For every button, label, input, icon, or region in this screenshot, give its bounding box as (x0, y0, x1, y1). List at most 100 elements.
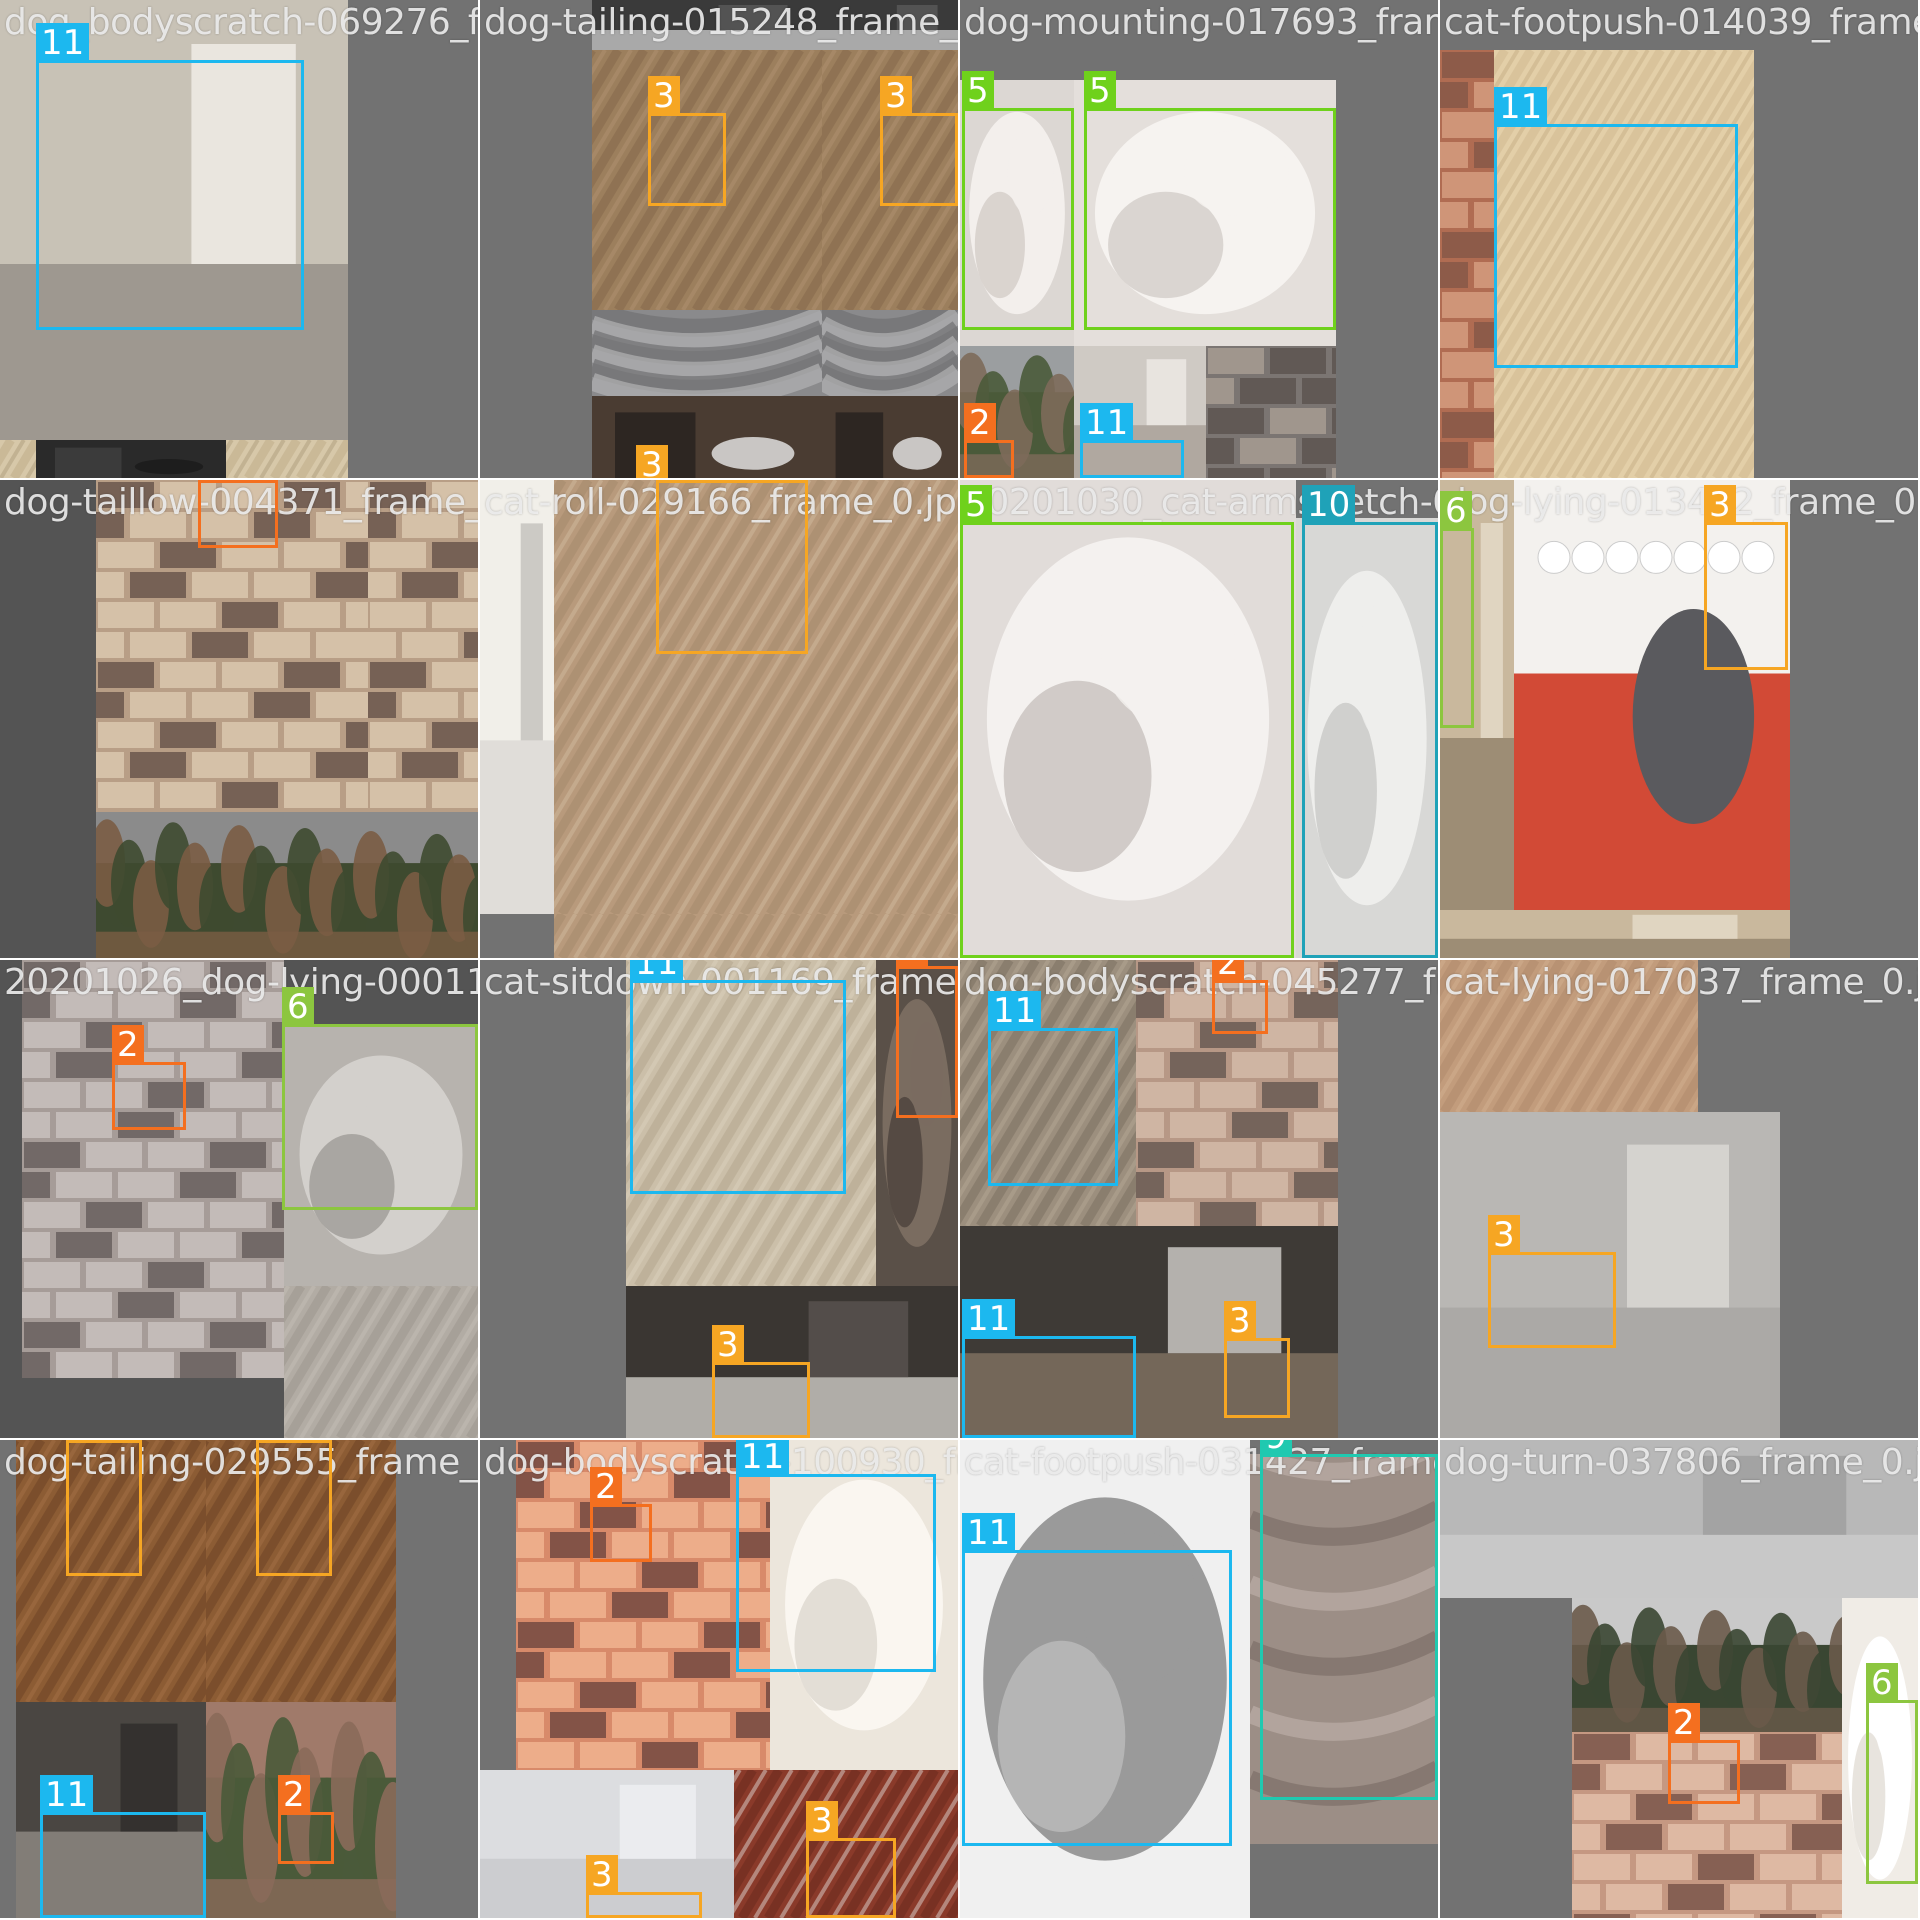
detection-box: 11 (736, 1440, 936, 1672)
photo-patch (96, 812, 478, 958)
detection-box: 5 (962, 71, 1074, 330)
detection-box: 3 (66, 1440, 142, 1576)
class-label: 11 (736, 1440, 790, 1477)
mosaic-tile: dog-tailing-015248_frame_0.jpg 3 3 3 (480, 0, 958, 478)
class-label: 3 (1488, 1215, 1520, 1255)
mosaic-tile: cat-footpush-031427_frame_0.jpg 11 9 (960, 1440, 1438, 1918)
image-filename: dog-lying-013422_frame_0.jpg (1444, 482, 1918, 523)
mosaic-tile: dog-bodyscratch-045277_frame_0.jpg 2 11 … (960, 960, 1438, 1438)
class-label: 5 (1084, 71, 1116, 111)
detection-box: 2 (964, 403, 1014, 478)
image-filename: cat-lying-017037_frame_0.jpg (1444, 962, 1918, 1003)
class-label: 2 (964, 403, 996, 443)
class-label: 2 (590, 1467, 622, 1507)
photo-patch (284, 1286, 478, 1438)
class-label: 3 (1704, 485, 1736, 525)
mosaic-tile: cat-footpush-014039_frame_0.jpg 11 (1440, 0, 1918, 478)
class-label: 3 (712, 1325, 744, 1365)
mosaic-tile: cat-lying-017037_frame_0.jpg 3 (1440, 960, 1918, 1438)
photo-patch (516, 1440, 770, 1770)
detection-box: 3 (880, 76, 958, 206)
photo-patch (480, 480, 554, 914)
image-filename: dog-mounting-017693_frame_0.jpg (964, 2, 1438, 43)
detection-box: 2 (278, 1775, 334, 1864)
class-label: 6 (1440, 491, 1472, 531)
photo-patch (368, 480, 478, 812)
photo-patch (1206, 346, 1336, 478)
class-label: 3 (648, 76, 680, 116)
detection-box: 2 (896, 960, 958, 1118)
mosaic-tile: dog-bodyscratch-100930_frame_0.jpg 2 11 … (480, 1440, 958, 1918)
class-label: 11 (40, 1775, 94, 1815)
detection-box: 11 (1080, 403, 1184, 478)
class-label: 3 (880, 76, 912, 116)
photo-patch (22, 960, 284, 1378)
detection-box: 10 (1302, 485, 1438, 958)
detection-box: 2 (1212, 960, 1268, 1034)
class-label: 2 (896, 960, 928, 969)
class-label: 2 (1668, 1703, 1700, 1743)
mosaic-tile: 20201030_cat-armstretch-002384_frame_0.j… (960, 480, 1438, 958)
detection-box: 11 (962, 1299, 1136, 1438)
mosaic-tile: dog-turn-037806_frame_0.jpg 2 6 (1440, 1440, 1918, 1918)
class-label: 11 (962, 1299, 1016, 1339)
class-label: 3 (256, 1440, 288, 1443)
detection-box: 2 (112, 1025, 186, 1130)
photo-patch (822, 396, 958, 478)
class-label: 11 (630, 960, 684, 983)
mosaic-tile: 20201026_dog-lying-000112_frame_0.jpg 2 … (0, 960, 478, 1438)
class-label: 6 (1866, 1663, 1898, 1703)
detection-box: 6 (1866, 1663, 1918, 1884)
detection-box: 3 (656, 480, 808, 654)
detection-box: 11 (36, 23, 304, 330)
mosaic-tile: cat-sitdown-001169_frame_0.jpg 11 2 3 (480, 960, 958, 1438)
class-label: 11 (36, 23, 90, 63)
detection-box: 3 (586, 1855, 702, 1918)
class-label: 3 (806, 1801, 838, 1841)
detection-box: 6 (1440, 491, 1474, 728)
class-label: 11 (962, 1513, 1016, 1553)
photo-patch (822, 310, 958, 396)
mosaic-tile: dog-lying-013422_frame_0.jpg 6 3 (1440, 480, 1918, 958)
detection-box: 3 (256, 1440, 332, 1576)
class-label: 3 (586, 1855, 618, 1895)
class-label: 2 (278, 1775, 310, 1815)
class-label: 3 (66, 1440, 98, 1443)
detection-box: 11 (40, 1775, 206, 1918)
mosaic-tile: dog_bodyscratch-069276_frame_0.jpg 11 (0, 0, 478, 478)
detection-box: 3 (1224, 1301, 1290, 1418)
mosaic-tile: dog-tailing-029555_frame_0.jpg 3 3 11 2 (0, 1440, 478, 1918)
detection-box: 5 (960, 485, 1294, 958)
class-label: 5 (962, 71, 994, 111)
class-label: 6 (282, 987, 314, 1027)
photo-patch (36, 440, 226, 478)
detection-box: 3 (806, 1801, 896, 1918)
image-filename: 20201030_cat-armstretch-002384_frame_0.j… (964, 482, 1438, 523)
class-label: 11 (1494, 87, 1548, 127)
mosaic-tile: cat-roll-029166_frame_0.jpg 3 (480, 480, 958, 958)
detection-box: 3 (712, 1325, 810, 1438)
image-filename: dog-turn-037806_frame_0.jpg (1444, 1442, 1918, 1483)
detection-box: 5 (1084, 71, 1336, 330)
detection-box: 3 (1488, 1215, 1616, 1348)
class-label: 3 (636, 445, 668, 478)
detection-box: 6 (282, 987, 478, 1210)
detection-box: 11 (962, 1513, 1232, 1846)
photo-patch (1440, 50, 1494, 478)
detection-box: 2 (1668, 1703, 1740, 1804)
class-label: 3 (656, 480, 688, 483)
image-filename: dog-tailing-015248_frame_0.jpg (484, 2, 958, 43)
class-label: 5 (960, 485, 992, 525)
mosaic-tile: dog-taillow-004371_frame_0.jpg 2 (0, 480, 478, 958)
class-label: 2 (1212, 960, 1244, 983)
detection-box: 2 (198, 480, 278, 548)
detection-box: 11 (630, 960, 846, 1194)
photo-patch (1440, 910, 1790, 958)
image-filename: 20201026_dog-lying-000112_frame_0.jpg (4, 962, 478, 1003)
detection-mosaic: dog_bodyscratch-069276_frame_0.jpg 11 do… (0, 0, 1920, 1920)
mosaic-tile: dog-mounting-017693_frame_0.jpg 5 5 2 11 (960, 0, 1438, 478)
detection-box: 3 (648, 76, 726, 206)
class-label: 2 (112, 1025, 144, 1065)
photo-patch (554, 914, 958, 958)
photo-patch (592, 396, 822, 478)
